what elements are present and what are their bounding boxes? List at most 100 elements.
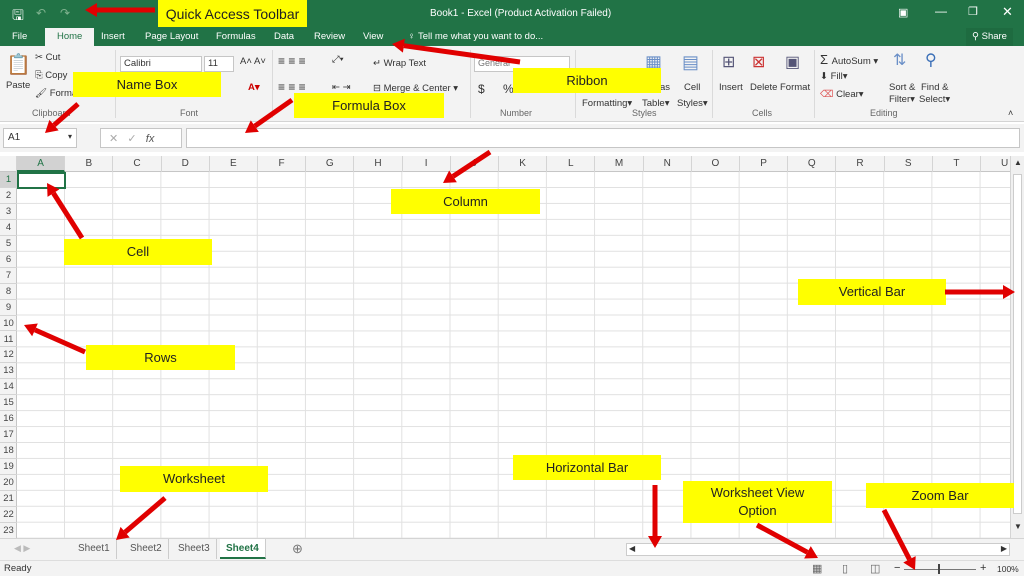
sheet-tab[interactable]: Sheet1 [72,539,117,559]
formula-input[interactable] [186,128,1020,148]
enter-icon[interactable]: ✓ [127,133,136,145]
cell-styles-button[interactable]: Styles▾ [677,98,708,109]
orientation-icon[interactable]: ⤢▾ [332,54,344,65]
align-top-icon[interactable]: ≡ ≡ ≡ [278,54,306,68]
column-header[interactable]: S [885,156,933,172]
column-header[interactable]: P [740,156,789,172]
wrap-text-button[interactable]: ↵ Wrap Text [373,58,426,69]
zoom-out-icon[interactable]: − [894,562,900,574]
row-header[interactable]: 3 [0,204,17,220]
tab-home[interactable]: Home [45,28,95,46]
row-header[interactable]: 20 [0,475,17,491]
column-header[interactable]: R [836,156,885,172]
tab-formulas[interactable]: Formulas [210,28,262,46]
insert-function-button[interactable]: fx [146,133,155,145]
selected-cell-a1[interactable] [17,172,66,189]
column-header[interactable]: F [258,156,307,172]
row-header[interactable]: 4 [0,220,17,236]
row-header[interactable]: 9 [0,300,17,316]
tab-file[interactable]: File [6,28,33,46]
tab-insert[interactable]: Insert [95,28,131,46]
column-header[interactable]: G [306,156,355,172]
scroll-down-icon[interactable]: ▼ [1014,522,1022,531]
find-select-button[interactable]: Select▾ [919,94,950,105]
name-box[interactable]: A1 ▾ [3,128,77,148]
cancel-icon[interactable]: ✕ [109,133,118,145]
tab-page-layout[interactable]: Page Layout [139,28,204,46]
column-header[interactable]: J [451,156,499,172]
row-header[interactable]: 22 [0,507,17,523]
fill-button[interactable]: ⬇ Fill▾ [820,71,848,82]
horizontal-scrollbar[interactable]: ◀ ▶ [626,543,1010,556]
row-header[interactable]: 17 [0,427,17,444]
column-header[interactable]: D [162,156,210,172]
scroll-right-icon[interactable]: ▶ [1001,544,1007,553]
cut-button[interactable]: ✂ Cut [35,52,60,63]
conditional-formatting-button[interactable]: Formatting▾ [582,98,632,109]
indent-icon[interactable]: ⇤ ⇥ [332,82,351,93]
column-header[interactable]: B [65,156,114,172]
row-header[interactable]: 21 [0,491,17,507]
close-icon[interactable]: ✕ [1002,4,1013,20]
row-header[interactable]: 14 [0,379,17,396]
column-header[interactable]: I [403,156,451,172]
row-header[interactable]: 16 [0,411,17,428]
zoom-in-icon[interactable]: + [980,562,986,574]
minimize-icon[interactable]: — [935,4,947,18]
autosum-button[interactable]: Σ AutoSum ▾ [820,52,878,67]
grow-font-icon[interactable]: A˄ A˅ [240,56,266,67]
sheet-nav-icon[interactable]: ◀ ▶ [14,543,30,554]
column-header[interactable]: M [595,156,644,172]
collapse-ribbon-icon[interactable]: ˄ [1008,108,1013,118]
column-header[interactable]: H [354,156,403,172]
share-button[interactable]: ⚲ Share [966,28,1013,46]
row-header[interactable]: 1 [0,172,17,188]
row-header[interactable]: 15 [0,395,17,412]
tab-data[interactable]: Data [268,28,300,46]
normal-view-icon[interactable]: ▦ [812,562,822,575]
column-header[interactable]: O [692,156,740,172]
row-header[interactable]: 2 [0,188,17,204]
column-header[interactable]: L [547,156,596,172]
clear-button[interactable]: ⌫ Clear▾ [820,89,864,100]
page-layout-view-icon[interactable]: ▯ [842,562,848,575]
sort-filter-button[interactable]: Filter▾ [889,94,915,105]
delete-cells-button[interactable]: Delete [750,82,777,93]
scroll-left-icon[interactable]: ◀ [629,544,635,553]
row-header[interactable]: 8 [0,284,17,300]
column-header[interactable]: A [17,156,66,172]
column-header[interactable]: E [210,156,258,172]
font-color-icon[interactable]: A▾ [248,82,260,93]
column-header[interactable]: C [113,156,162,172]
add-sheet-icon[interactable]: ⊕ [292,541,303,557]
scroll-up-icon[interactable]: ▲ [1014,158,1022,167]
paste-icon[interactable]: 📋 [6,52,31,77]
vertical-scrollbar[interactable]: ▲ ▼ [1010,156,1024,538]
sheet-tab[interactable]: Sheet2 [124,539,169,559]
currency-button[interactable]: $ [478,82,485,96]
align-left-icon[interactable]: ≡ ≡ ≡ [278,80,306,94]
save-icon[interactable]: 🖫 [12,5,24,29]
ribbon-display-icon[interactable]: ▣ [898,6,908,19]
row-header[interactable]: 23 [0,523,17,539]
column-header[interactable]: N [644,156,692,172]
zoom-level[interactable]: 100% [997,564,1019,574]
row-header[interactable]: 5 [0,236,17,252]
column-header[interactable]: K [499,156,548,172]
zoom-slider-thumb[interactable] [938,564,940,574]
select-all-corner[interactable] [0,156,17,172]
row-header[interactable]: 18 [0,443,17,460]
format-cells-button[interactable]: Format [780,82,810,93]
font-name-select[interactable]: Calibri [120,56,202,72]
tab-review[interactable]: Review [308,28,351,46]
row-header[interactable]: 6 [0,252,17,268]
row-header[interactable]: 10 [0,316,17,332]
sheet-tab[interactable]: Sheet3 [172,539,217,559]
sheet-tab[interactable]: Sheet4 [220,539,266,559]
column-header[interactable]: Q [788,156,837,172]
restore-icon[interactable]: ❐ [968,5,978,18]
vertical-scroll-thumb[interactable] [1013,174,1022,514]
zoom-slider[interactable] [904,569,976,570]
row-header[interactable]: 7 [0,268,17,284]
copy-button[interactable]: ⎘ Copy [35,70,67,81]
